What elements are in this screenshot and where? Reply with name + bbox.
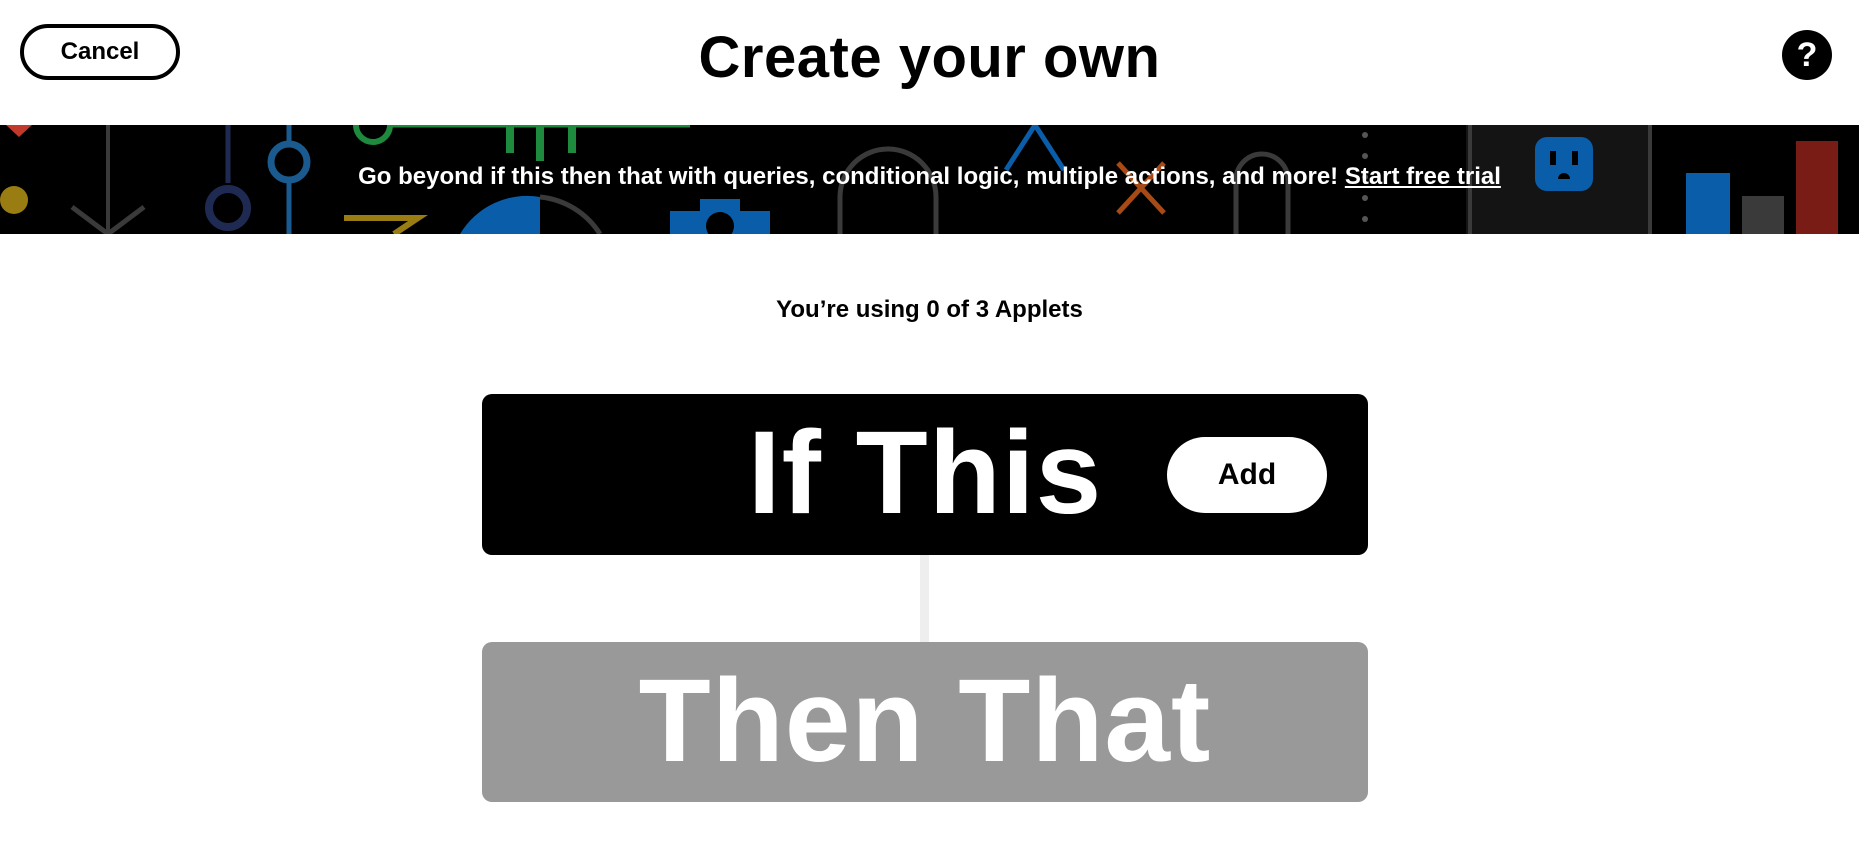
if-this-block[interactable]: If This Add <box>482 394 1368 555</box>
question-mark-icon: ? <box>1796 35 1818 74</box>
then-that-block: Then That <box>482 642 1368 802</box>
create-applet-page: Cancel Create your own ? Go beyond if th… <box>0 0 1859 866</box>
help-button[interactable]: ? <box>1782 30 1832 80</box>
promo-message: Go beyond if this then that with queries… <box>358 163 1339 190</box>
start-free-trial-link[interactable]: Start free trial <box>1345 163 1501 190</box>
page-title: Create your own <box>698 25 1161 90</box>
header: Cancel Create your own ? <box>0 0 1859 125</box>
promo-banner: Go beyond if this then that with queries… <box>0 125 1859 234</box>
then-that-label: Then That <box>638 655 1212 787</box>
add-trigger-button[interactable]: Add <box>1167 437 1327 513</box>
promo-banner-text: Go beyond if this then that with queries… <box>0 163 1859 191</box>
block-connector <box>920 555 929 642</box>
applet-usage-text: You’re using 0 of 3 Applets <box>776 296 1083 323</box>
